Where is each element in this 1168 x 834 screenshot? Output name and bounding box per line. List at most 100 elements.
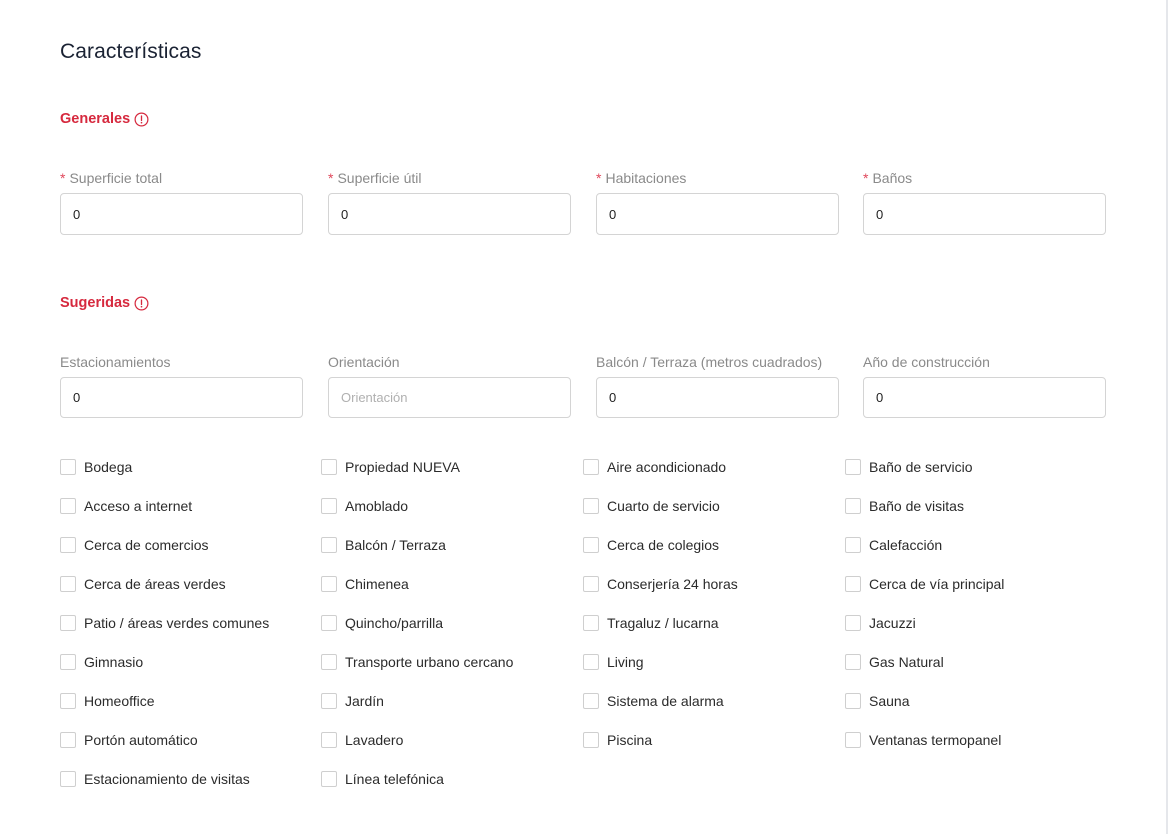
amenity-checkbox-item[interactable]: Living — [583, 652, 644, 672]
orientacion-input[interactable] — [328, 377, 571, 418]
checkbox[interactable] — [60, 732, 76, 748]
checkbox[interactable] — [60, 771, 76, 787]
checkbox[interactable] — [583, 537, 599, 553]
checkbox[interactable] — [583, 498, 599, 514]
checkbox[interactable] — [321, 732, 337, 748]
checkbox-label: Piscina — [607, 732, 653, 748]
checkbox[interactable] — [321, 615, 337, 631]
checkbox[interactable] — [845, 615, 861, 631]
amenity-checkbox-item[interactable]: Sauna — [845, 691, 909, 711]
checkbox[interactable] — [583, 615, 599, 631]
checkbox[interactable] — [583, 459, 599, 475]
amenity-checkbox-item[interactable]: Ventanas termopanel — [845, 730, 1001, 750]
checkbox-label: Sauna — [869, 693, 910, 709]
checkbox[interactable] — [60, 537, 76, 553]
amenity-checkbox-item[interactable]: Sistema de alarma — [583, 691, 724, 711]
amenity-checkbox-item[interactable]: Transporte urbano cercano — [321, 652, 513, 672]
amenity-checkbox-item[interactable]: Balcón / Terraza — [321, 535, 446, 555]
amenity-checkbox-item[interactable]: Gas Natural — [845, 652, 944, 672]
checkbox-label: Homeoffice — [84, 693, 155, 709]
amenity-checkbox-item[interactable]: Piscina — [583, 730, 652, 750]
amenity-checkbox-item[interactable]: Propiedad NUEVA — [321, 457, 460, 477]
checkbox[interactable] — [583, 732, 599, 748]
section-generales-title: Generales — [60, 111, 149, 127]
superficie-util-input[interactable] — [328, 193, 571, 235]
amenity-checkbox-item[interactable]: Línea telefónica — [321, 769, 444, 789]
checkbox[interactable] — [60, 693, 76, 709]
amenity-checkbox-item[interactable]: Jardín — [321, 691, 384, 711]
amenity-checkbox-item[interactable]: Cerca de comercios — [60, 535, 209, 555]
checkbox-label: Balcón / Terraza — [345, 537, 446, 553]
amenity-checkbox-item[interactable]: Cerca de áreas verdes — [60, 574, 226, 594]
checkbox[interactable] — [583, 654, 599, 670]
checkbox[interactable] — [845, 537, 861, 553]
amenity-checkbox-item[interactable]: Chimenea — [321, 574, 409, 594]
checkbox[interactable] — [845, 459, 861, 475]
checkbox[interactable] — [845, 693, 861, 709]
checkbox[interactable] — [845, 732, 861, 748]
checkbox[interactable] — [845, 498, 861, 514]
amenity-checkbox-item[interactable]: Portón automático — [60, 730, 198, 750]
superficie-total-input[interactable] — [60, 193, 303, 235]
checkbox-label: Bodega — [84, 459, 133, 475]
checkbox[interactable] — [60, 576, 76, 592]
checkbox-label: Cerca de vía principal — [869, 576, 1005, 592]
checkbox-label: Gas Natural — [869, 654, 944, 670]
amenity-checkbox-item[interactable]: Cerca de colegios — [583, 535, 719, 555]
checkbox-label: Línea telefónica — [345, 771, 444, 787]
amenity-checkbox-item[interactable]: Quincho/parrilla — [321, 613, 443, 633]
checkbox[interactable] — [845, 654, 861, 670]
field-label: Habitaciones — [605, 170, 687, 186]
checkbox[interactable] — [321, 693, 337, 709]
checkbox-label: Calefacción — [869, 537, 943, 553]
checkbox-label: Living — [607, 654, 644, 670]
amenity-checkbox-item[interactable]: Cerca de vía principal — [845, 574, 1004, 594]
checkbox[interactable] — [583, 693, 599, 709]
checkbox-label: Aire acondicionado — [607, 459, 727, 475]
checkbox[interactable] — [60, 459, 76, 475]
checkbox-label: Portón automático — [84, 732, 198, 748]
checkbox[interactable] — [60, 654, 76, 670]
checkbox[interactable] — [321, 771, 337, 787]
info-icon[interactable] — [134, 112, 149, 127]
amenity-checkbox-item[interactable]: Baño de visitas — [845, 496, 964, 516]
checkbox[interactable] — [60, 615, 76, 631]
field-label: Balcón / Terraza (metros cuadrados) — [596, 354, 823, 370]
amenity-checkbox-item[interactable]: Homeoffice — [60, 691, 155, 711]
checkbox[interactable] — [321, 537, 337, 553]
amenity-checkbox-item[interactable]: Aire acondicionado — [583, 457, 726, 477]
estacionamientos-input[interactable] — [60, 377, 303, 418]
amenity-checkbox-item[interactable]: Lavadero — [321, 730, 403, 750]
amenity-checkbox-item[interactable]: Amoblado — [321, 496, 408, 516]
amenity-checkbox-item[interactable]: Acceso a internet — [60, 496, 192, 516]
amenity-checkbox-item[interactable]: Jacuzzi — [845, 613, 916, 633]
checkbox[interactable] — [60, 498, 76, 514]
amenity-checkbox-item[interactable]: Patio / áreas verdes comunes — [60, 613, 269, 633]
checkbox[interactable] — [583, 576, 599, 592]
checkbox[interactable] — [321, 498, 337, 514]
amenity-checkbox-item[interactable]: Cuarto de servicio — [583, 496, 720, 516]
checkbox[interactable] — [321, 576, 337, 592]
habitaciones-input[interactable] — [596, 193, 839, 235]
field-label: Superficie total — [69, 170, 163, 186]
checkbox-label: Baño de servicio — [869, 459, 973, 475]
required-marker: * — [60, 170, 66, 186]
amenity-checkbox-item[interactable]: Bodega — [60, 457, 132, 477]
amenity-checkbox-item[interactable]: Baño de servicio — [845, 457, 973, 477]
amenity-checkbox-item[interactable]: Conserjería 24 horas — [583, 574, 738, 594]
amenity-checkbox-item[interactable]: Tragaluz / lucarna — [583, 613, 719, 633]
amenity-checkbox-item[interactable]: Gimnasio — [60, 652, 143, 672]
checkbox[interactable] — [845, 576, 861, 592]
section-generales-label: Generales — [60, 111, 131, 127]
ano-construccion-input[interactable] — [863, 377, 1106, 418]
info-icon[interactable] — [134, 296, 149, 311]
banos-input[interactable] — [863, 193, 1106, 235]
field-balcon-terraza: Balcón / Terraza (metros cuadrados) — [596, 352, 839, 418]
checkbox-label: Cerca de colegios — [607, 537, 720, 553]
balcon-terraza-input[interactable] — [596, 377, 839, 418]
checkbox[interactable] — [321, 459, 337, 475]
amenity-checkbox-item[interactable]: Calefacción — [845, 535, 942, 555]
checkbox[interactable] — [321, 654, 337, 670]
amenity-checkbox-item[interactable]: Estacionamiento de visitas — [60, 769, 250, 789]
field-habitaciones: * Habitaciones — [596, 168, 839, 235]
